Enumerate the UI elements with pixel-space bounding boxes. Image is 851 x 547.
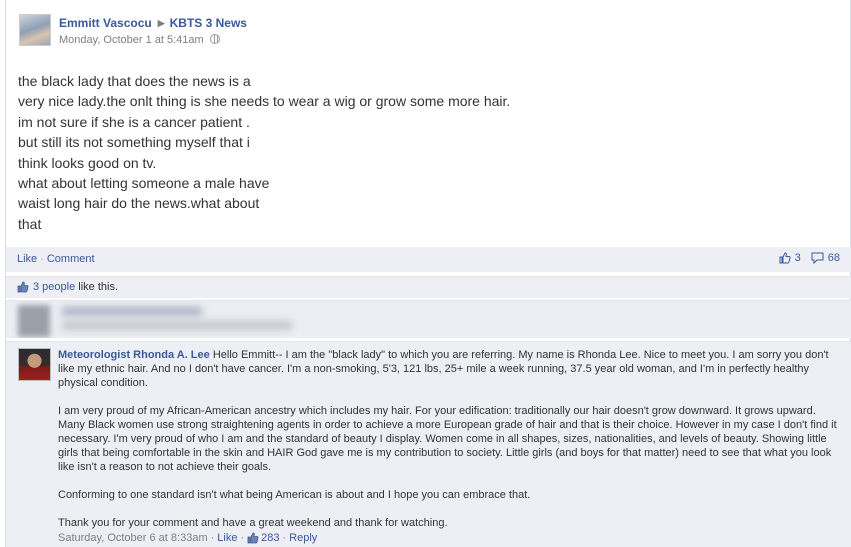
post-meta: Monday, October 1 at 5:41am <box>59 33 220 46</box>
post-counts: 3 68 <box>779 252 840 264</box>
reply-link[interactable]: Reply <box>289 532 317 544</box>
comment-paragraph: I am very proud of my African-American a… <box>58 405 837 473</box>
post-line: im not sure if she is a cancer patient . <box>18 113 250 130</box>
blurred-text <box>62 321 292 330</box>
blurred-name <box>62 307 202 316</box>
arrow-right-icon: ▶ <box>157 18 165 28</box>
post-action-links: Like · Comment <box>17 253 95 265</box>
likes-summary: 3 people like this. <box>6 276 851 298</box>
comment-link[interactable]: Comment <box>47 253 95 265</box>
globe-icon <box>209 34 220 44</box>
comment-meta: Saturday, October 6 at 8:33am · Like · 2… <box>58 532 317 544</box>
commenter-avatar[interactable] <box>18 348 51 381</box>
commenter-name-link[interactable]: Meteorologist Rhonda A. Lee <box>58 349 210 361</box>
post-line: waist long hair do the news.what about <box>18 195 260 212</box>
comment-timestamp[interactable]: Saturday, October 6 at 8:33am <box>58 532 208 544</box>
comment-paragraph: Conforming to one standard isn't what be… <box>58 489 531 501</box>
like-link[interactable]: Like <box>17 253 37 265</box>
separator-dot: · <box>40 253 44 265</box>
author-name-link[interactable]: Emmitt Vascocu <box>59 16 152 30</box>
separator-dot: · <box>240 532 245 544</box>
comment-count[interactable]: 68 <box>828 252 840 264</box>
post-line: the black lady that does the news is a <box>18 73 251 89</box>
post-line: very nice lady.the onlt thing is she nee… <box>18 93 511 110</box>
post-line: what about letting someone a male have <box>18 175 270 192</box>
separator-dot: · <box>282 532 287 544</box>
post-line: think looks good on tv. <box>18 154 157 171</box>
comment-item: Meteorologist Rhonda A. Lee Hello Emmitt… <box>6 341 851 547</box>
post-line: that <box>18 215 42 232</box>
post-card: Emmitt Vascocu ▶ KBTS 3 News Monday, Octob… <box>5 0 851 547</box>
comment-like-count[interactable]: 283 <box>261 532 279 544</box>
thumbs-up-icon <box>17 281 29 293</box>
author-avatar[interactable] <box>19 14 51 46</box>
comment-like-link[interactable]: Like <box>217 532 237 544</box>
comment-text: Meteorologist Rhonda A. Lee Hello Emmitt… <box>58 348 838 544</box>
post-timestamp[interactable]: Monday, October 1 at 5:41am <box>59 34 204 46</box>
thumbs-up-icon <box>247 532 259 544</box>
separator-dot: · <box>210 532 215 544</box>
post-actions-bar: Like · Comment 3 68 <box>6 247 851 272</box>
author-line: Emmitt Vascocu ▶ KBTS 3 News <box>59 16 247 30</box>
comment-paragraph: Thank you for your comment and have a gr… <box>58 517 448 529</box>
blurred-avatar <box>18 305 50 337</box>
like-count[interactable]: 3 <box>795 252 801 264</box>
thumbs-up-icon <box>779 252 791 264</box>
target-page-link[interactable]: KBTS 3 News <box>170 16 247 30</box>
likers-link[interactable]: 3 people <box>33 281 75 293</box>
post-body: the black lady that does the news is a v… <box>18 71 718 234</box>
likes-suffix: like this. <box>78 281 119 293</box>
post-line: but still its not something myself that … <box>18 134 250 151</box>
blurred-comment <box>6 300 851 338</box>
comment-bubble-icon <box>811 252 824 264</box>
